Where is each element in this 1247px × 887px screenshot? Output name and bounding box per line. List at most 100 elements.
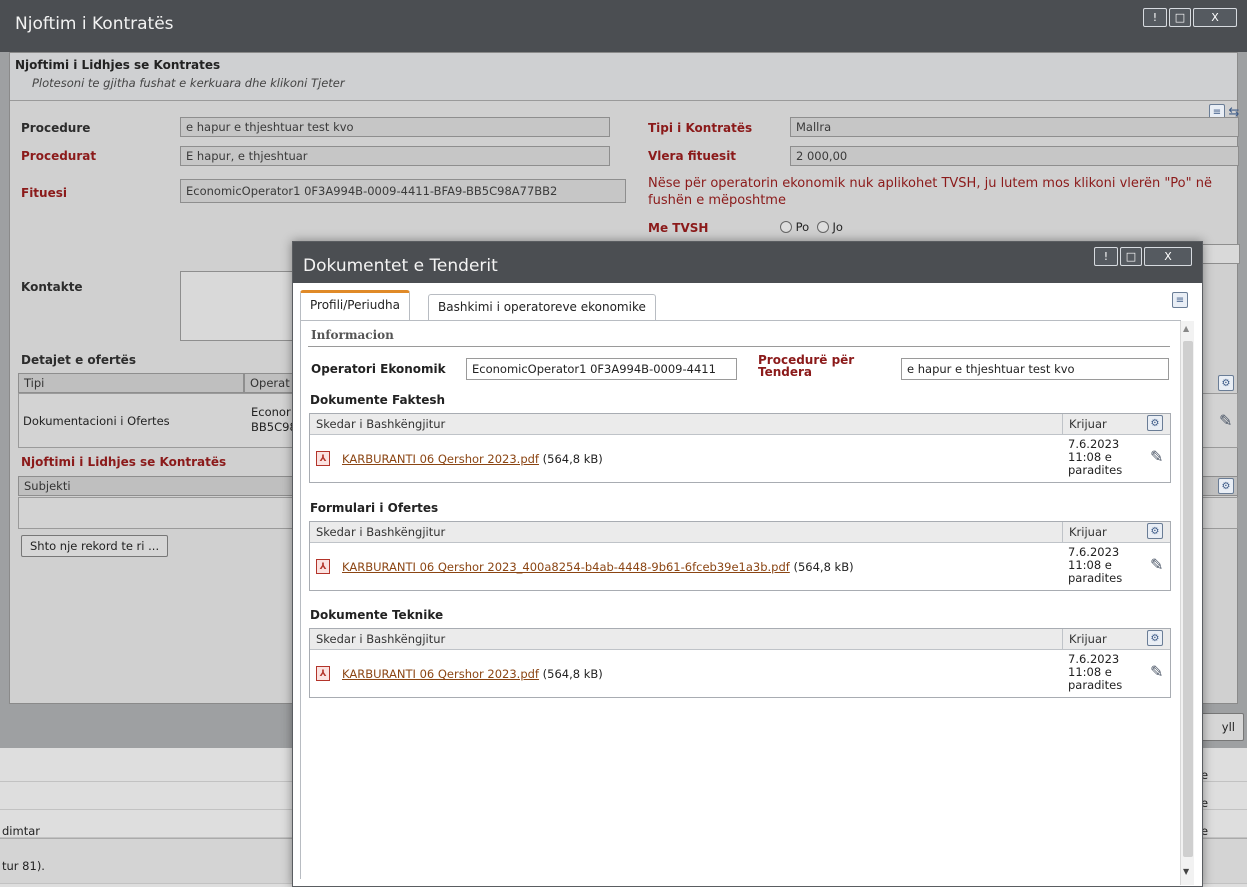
table-row: ⅄ KARBURANTI 06 Qershor 2023_400a8254-b4… xyxy=(310,543,1170,590)
vlera-fituesit-label: Vlera fituesit xyxy=(648,149,737,163)
njoftimi-section-title: Njoftimi i Lidhjes se Kontratës xyxy=(21,455,227,469)
fituesi-label: Fituesi xyxy=(21,186,67,200)
wrench-icon[interactable]: ⚙ xyxy=(1218,478,1234,494)
created-date-2: 11:08 e xyxy=(1068,450,1112,464)
detajet-row-operat-1: Econor xyxy=(251,405,291,419)
file-entry: KARBURANTI 06 Qershor 2023.pdf (564,8 kB… xyxy=(342,667,603,681)
maximize-icon[interactable]: □ xyxy=(1169,8,1191,27)
tab-bashkimi-operatoreve[interactable]: Bashkimi i operatoreve ekonomike xyxy=(428,294,656,320)
tvsh-radio-group: Po Jo xyxy=(780,220,843,234)
created-date-1: 7.6.2023 xyxy=(1068,437,1120,451)
wrench-icon[interactable]: ⚙ xyxy=(1218,375,1234,391)
scroll-down-arrow-icon[interactable]: ▼ xyxy=(1183,867,1189,876)
fituesi-field[interactable]: EconomicOperator1 0F3A994B-0009-4411-BFA… xyxy=(180,179,626,203)
col-file: Skedar i Bashkëngjitur xyxy=(316,417,446,431)
file-link[interactable]: KARBURANTI 06 Qershor 2023.pdf xyxy=(342,452,539,466)
kontakte-textarea[interactable] xyxy=(180,271,300,341)
modal-content: Informacion Operatori Ekonomik EconomicO… xyxy=(300,321,1181,879)
procedurat-field[interactable]: E hapur, e thjeshtuar xyxy=(180,146,610,166)
table-row: ⅄ KARBURANTI 06 Qershor 2023.pdf (564,8 … xyxy=(310,650,1170,697)
detajet-row-operat-2: BB5C98 xyxy=(251,420,297,434)
procedure-tendera-label-2: Tendera xyxy=(758,365,813,379)
procedure-field[interactable]: e hapur e thjeshtuar test kvo xyxy=(180,117,610,137)
scroll-thumb[interactable] xyxy=(1183,341,1193,857)
pencil-icon[interactable]: ✎ xyxy=(1150,662,1163,681)
pencil-icon[interactable]: ✎ xyxy=(1150,555,1163,574)
wrench-icon[interactable]: ⚙ xyxy=(1147,415,1163,431)
procedure-tendera-label: Procedurë për Tendera xyxy=(758,354,854,378)
tender-documents-dialog: Dokumentet e Tenderit ! □ X Profili/Peri… xyxy=(292,241,1203,887)
scroll-up-arrow-icon[interactable]: ▲ xyxy=(1183,324,1189,333)
detajet-title: Detajet e ofertës xyxy=(21,353,136,367)
created-date-2: 11:08 e xyxy=(1068,665,1112,679)
col-file: Skedar i Bashkëngjitur xyxy=(316,525,446,539)
col-file: Skedar i Bashkëngjitur xyxy=(316,632,446,646)
modal-title: Dokumentet e Tenderit xyxy=(303,256,498,276)
created-date: 7.6.2023 11:08 e paradites xyxy=(1068,438,1122,477)
bg-lower-row-text: dimtar xyxy=(2,824,40,838)
procedure-tendera-field[interactable]: e hapur e thjeshtuar test kvo xyxy=(901,358,1169,380)
help-icon[interactable]: ! xyxy=(1094,247,1118,266)
pdf-icon: ⅄ xyxy=(316,451,330,466)
info-section-label: Informacion xyxy=(311,328,394,342)
created-date-2: 11:08 e xyxy=(1068,558,1112,572)
vlera-fituesit-field[interactable]: 2 000,00 xyxy=(790,146,1239,166)
close-icon[interactable]: X xyxy=(1144,247,1192,266)
file-entry: KARBURANTI 06 Qershor 2023_400a8254-b4ab… xyxy=(342,560,854,574)
file-entry: KARBURANTI 06 Qershor 2023.pdf (564,8 kB… xyxy=(342,452,603,466)
detajet-col-operat: Operat xyxy=(244,373,294,393)
wrench-icon[interactable]: ⚙ xyxy=(1147,630,1163,646)
table-header: Skedar i Bashkëngjitur Krijuar ⚙ xyxy=(310,629,1170,650)
bg-titlebar: Njoftim i Kontratës ! □ X xyxy=(0,0,1247,52)
detajet-row-operat: Econor BB5C98 xyxy=(251,405,297,435)
dokumente-faktesh-title: Dokumente Faktesh xyxy=(310,393,446,407)
help-icon[interactable]: ! xyxy=(1143,8,1167,27)
col-created: Krijuar xyxy=(1062,629,1113,649)
detajet-row-tipi: Dokumentacioni i Ofertes xyxy=(23,414,170,428)
operatori-label: Operatori Ekonomik xyxy=(311,362,446,376)
bg-status-text: tur 81). xyxy=(2,859,45,873)
col-created: Krijuar xyxy=(1062,522,1113,542)
modal-scrollbar[interactable]: ▲ ▼ xyxy=(1180,321,1194,885)
bg-partial-field[interactable] xyxy=(1200,244,1240,264)
file-link[interactable]: KARBURANTI 06 Qershor 2023.pdf xyxy=(342,667,539,681)
radio-jo-label: Jo xyxy=(832,220,843,234)
wrench-icon[interactable]: ⚙ xyxy=(1147,523,1163,539)
radio-jo[interactable] xyxy=(816,221,829,233)
bg-form-header: Njoftimi i Lidhjes se Kontrates Ploteson… xyxy=(10,53,1237,101)
pencil-icon[interactable]: ✎ xyxy=(1150,447,1163,466)
created-date-3: paradites xyxy=(1068,571,1123,585)
radio-po[interactable] xyxy=(780,221,792,233)
created-date-1: 7.6.2023 xyxy=(1068,545,1120,559)
col-created: Krijuar xyxy=(1062,414,1113,434)
file-link[interactable]: KARBURANTI 06 Qershor 2023_400a8254-b4ab… xyxy=(342,560,790,574)
dokumente-teknike-title: Dokumente Teknike xyxy=(310,608,444,622)
detajet-col-tipi: Tipi xyxy=(18,373,244,393)
maximize-icon[interactable]: □ xyxy=(1120,247,1142,266)
modal-titlebar[interactable]: Dokumentet e Tenderit ! □ X xyxy=(293,242,1202,283)
radio-po-label: Po xyxy=(795,220,810,234)
bg-form-subheading: Plotesoni te gjitha fushat e kerkuara dh… xyxy=(32,76,345,90)
kontakte-label: Kontakte xyxy=(21,280,83,294)
tab-profili-periudha[interactable]: Profili/Periudha xyxy=(300,290,410,321)
pdf-icon: ⅄ xyxy=(316,559,330,574)
modal-tabs: Profili/Periudha Bashkimi i operatoreve … xyxy=(300,290,1188,321)
info-divider xyxy=(308,346,1170,347)
operatori-field[interactable]: EconomicOperator1 0F3A994B-0009-4411 xyxy=(466,358,737,380)
created-date-3: paradites xyxy=(1068,678,1123,692)
dokumente-teknike-table: Skedar i Bashkëngjitur Krijuar ⚙ ⅄ KARBU… xyxy=(309,628,1171,698)
modal-window-controls: ! □ X xyxy=(1094,247,1192,266)
procedurat-label: Procedurat xyxy=(21,149,97,163)
tvsh-notice: Nëse për operatorin ekonomik nuk aplikoh… xyxy=(648,176,1212,208)
add-record-button[interactable]: Shto nje rekord te ri ... xyxy=(21,535,169,557)
created-date: 7.6.2023 11:08 e paradites xyxy=(1068,546,1122,585)
formulari-ofertes-title: Formulari i Ofertes xyxy=(310,501,439,515)
table-header: Skedar i Bashkëngjitur Krijuar ⚙ xyxy=(310,522,1170,543)
pencil-icon[interactable]: ✎ xyxy=(1219,411,1232,430)
close-icon[interactable]: X xyxy=(1193,8,1237,27)
file-size: (564,8 kB) xyxy=(542,667,603,681)
tipi-kontrates-field[interactable]: Mallra xyxy=(790,117,1239,137)
bg-window-title: Njoftim i Kontratës xyxy=(15,14,174,34)
formulari-ofertes-table: Skedar i Bashkëngjitur Krijuar ⚙ ⅄ KARBU… xyxy=(309,521,1171,591)
list-icon[interactable]: ≡ xyxy=(1172,292,1188,308)
